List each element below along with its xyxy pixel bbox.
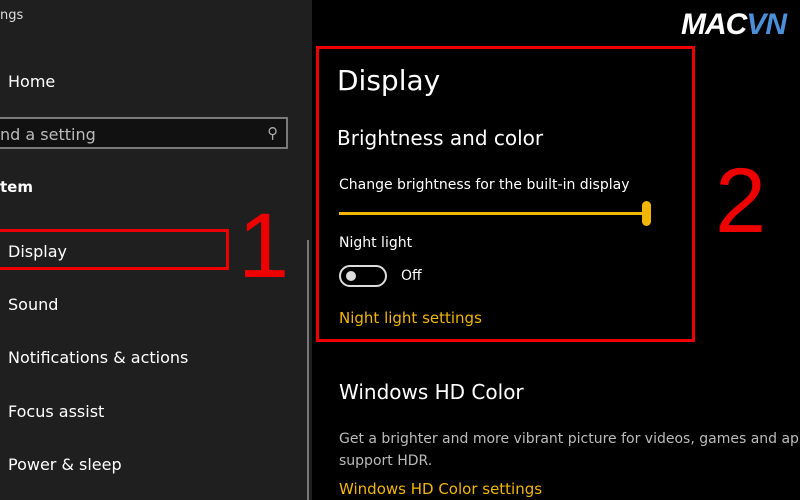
hdr-description-1: Get a brighter and more vibrant picture … [339, 431, 800, 447]
search-icon: ⚲ [267, 124, 278, 142]
sidebar-item-focus-assist[interactable]: Focus assist [8, 402, 104, 421]
sidebar-item-power-sleep[interactable]: Power & sleep [8, 455, 122, 474]
hdr-description-2: support HDR. [339, 453, 433, 469]
section-heading: tem [0, 178, 33, 196]
annotation-number-1: 1 [238, 195, 290, 297]
brightness-label: Change brightness for the built-in displ… [339, 177, 630, 193]
search-input[interactable]: nd a setting ⚲ [0, 117, 288, 149]
macvn-logo: MACVN [680, 8, 787, 41]
scrollbar[interactable] [307, 240, 309, 500]
window-title: ngs [0, 8, 24, 23]
hdr-settings-link[interactable]: Windows HD Color settings [339, 480, 542, 498]
night-light-label: Night light [339, 235, 413, 251]
highlight-box-1 [0, 229, 229, 270]
annotation-number-2: 2 [715, 150, 767, 252]
brightness-slider-track[interactable] [339, 212, 649, 215]
hdr-heading: Windows HD Color [339, 380, 524, 404]
sidebar-item-sound[interactable]: Sound [8, 295, 58, 314]
night-light-state: Off [401, 268, 422, 284]
sidebar-item-home[interactable]: Home [8, 72, 55, 91]
brightness-heading: Brightness and color [337, 126, 544, 150]
brightness-slider-thumb[interactable] [642, 201, 651, 226]
sidebar-item-notifications[interactable]: Notifications & actions [8, 348, 188, 367]
page-title: Display [337, 64, 441, 97]
night-light-toggle[interactable] [339, 265, 387, 287]
night-light-settings-link[interactable]: Night light settings [339, 309, 482, 327]
search-placeholder: nd a setting [0, 125, 96, 144]
